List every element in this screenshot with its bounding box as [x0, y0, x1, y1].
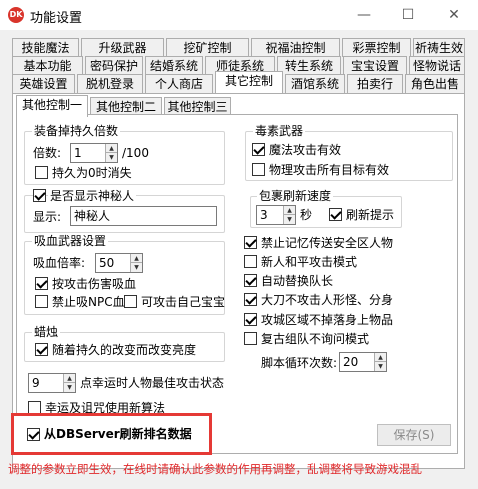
spin-down-icon[interactable]: ▼ — [284, 215, 295, 224]
tab-skill-magic[interactable]: 技能魔法 — [12, 38, 79, 57]
tab-pet-settings[interactable]: 宝宝设置 — [343, 56, 407, 75]
tab-basic-functions[interactable]: 基本功能 — [12, 56, 83, 75]
script-loop-value: 20 — [343, 355, 359, 369]
spin-up-icon[interactable]: ▲ — [284, 206, 295, 215]
tab-monster-speech[interactable]: 怪物说话 — [409, 56, 465, 75]
durability-rate-value: 1 — [74, 146, 82, 160]
lucky-value-spinner[interactable]: ▲ ▼ — [63, 374, 75, 392]
save-button[interactable]: 保存(S) — [377, 424, 451, 446]
option-checkbox-5[interactable] — [244, 332, 257, 345]
refresh-tip-label: 刷新提示 — [346, 208, 395, 222]
vampire-self-pet-label: 可攻击自己宝宝 — [141, 295, 226, 309]
tab-blessing-oil[interactable]: 祝福油控制 — [251, 38, 340, 57]
vampire-no-npc-checkbox[interactable] — [35, 295, 48, 308]
poison-physical-label: 物理攻击所有目标有效 — [269, 163, 390, 177]
candle-title: 蜡烛 — [32, 325, 61, 339]
script-loop-input[interactable]: 20 ▲ ▼ — [339, 352, 387, 372]
script-loop-spinner[interactable]: ▲ ▼ — [374, 353, 386, 371]
show-mystery-label: 是否显示神秘人 — [48, 189, 137, 203]
spin-up-icon[interactable]: ▲ — [106, 144, 117, 153]
show-mystery-checkbox[interactable] — [33, 189, 46, 202]
bag-refresh-unit: 秒 — [300, 208, 313, 222]
spin-up-icon[interactable]: ▲ — [375, 353, 386, 362]
settings-window: DK 功能设置 — ☐ ✕ 技能魔法 升级武器 挖矿控制 祝福油控制 彩票控制 … — [0, 0, 478, 489]
tab-offline-login[interactable]: 脱机登录 — [77, 74, 143, 93]
tab-personal-shop[interactable]: 个人商店 — [145, 74, 213, 93]
title-bar: DK 功能设置 — ☐ ✕ — [0, 0, 478, 30]
tab-mining-control[interactable]: 挖矿控制 — [166, 38, 249, 57]
durability-rate-input[interactable]: 1 ▲ ▼ — [70, 143, 118, 163]
poison-physical-checkbox[interactable] — [252, 163, 265, 176]
vampire-rate-spinner[interactable]: ▲ ▼ — [130, 254, 142, 272]
durability-rate-label: 倍数: — [33, 146, 62, 160]
highlight-box — [11, 413, 212, 455]
maximize-button[interactable]: ☐ — [386, 0, 430, 30]
tab-lottery-control[interactable]: 彩票控制 — [342, 38, 411, 57]
lucky-value-input[interactable]: 9 ▲ ▼ — [28, 373, 76, 393]
vampire-self-pet-checkbox[interactable] — [124, 295, 137, 308]
option-label-4: 攻城区域不掉落身上物品 — [261, 313, 394, 327]
refresh-tip-checkbox[interactable] — [329, 208, 342, 221]
option-checkbox-4[interactable] — [244, 313, 257, 326]
tab-password-protect[interactable]: 密码保护 — [85, 56, 143, 75]
equip-durability-title: 装备掉持久倍数 — [32, 124, 121, 138]
durability-rate-spinner[interactable]: ▲ ▼ — [105, 144, 117, 162]
option-label-2: 自动替换队长 — [261, 274, 334, 288]
spin-down-icon[interactable]: ▼ — [131, 263, 142, 272]
tab-hero-settings[interactable]: 英雄设置 — [12, 74, 75, 93]
tab-other-control[interactable]: 其它控制 — [215, 71, 283, 93]
tab-marriage-system[interactable]: 结婚系统 — [145, 56, 203, 75]
disappear-label: 持久为0时消失 — [52, 166, 132, 180]
spin-up-icon[interactable]: ▲ — [131, 254, 142, 263]
footer-warning: 调整的参数立即生效，在线时请确认此参数的作用再调整，乱调整将导致游戏混乱 — [8, 462, 422, 476]
tab-rebirth-system[interactable]: 转生系统 — [277, 56, 341, 75]
tab-character-sale[interactable]: 角色出售 — [405, 74, 465, 93]
option-checkbox-2[interactable] — [244, 274, 257, 287]
close-button[interactable]: ✕ — [432, 0, 476, 30]
mystery-display-input[interactable]: 神秘人 — [70, 206, 217, 226]
tab-upgrade-weapon[interactable]: 升级武器 — [81, 38, 164, 57]
mystery-display-label: 显示: — [33, 210, 62, 224]
option-checkbox-3[interactable] — [244, 293, 257, 306]
script-loop-label: 脚本循环次数: — [261, 356, 338, 370]
spin-down-icon[interactable]: ▼ — [106, 153, 117, 162]
option-label-0: 禁止记忆传送安全区人物 — [261, 236, 394, 250]
spin-down-icon[interactable]: ▼ — [375, 362, 386, 371]
vampire-by-damage-label: 按攻击伤害吸血 — [52, 277, 137, 291]
option-checkbox-1[interactable] — [244, 255, 257, 268]
bag-refresh-value: 3 — [260, 208, 268, 222]
spin-up-icon[interactable]: ▲ — [64, 374, 75, 383]
poison-magic-checkbox[interactable] — [252, 143, 265, 156]
minimize-button[interactable]: — — [342, 0, 386, 30]
vampire-rate-label: 吸血倍率: — [33, 256, 86, 270]
tab-prayer-effect[interactable]: 祈祷生效 — [413, 38, 465, 57]
option-label-5: 复古组队不询问模式 — [261, 332, 370, 346]
lucky-value: 9 — [32, 376, 40, 390]
bag-refresh-input[interactable]: 3 ▲ ▼ — [256, 205, 296, 225]
option-label-1: 新人和平攻击模式 — [261, 255, 358, 269]
spin-down-icon[interactable]: ▼ — [64, 383, 75, 392]
app-icon: DK — [8, 7, 24, 23]
tab-auction-house[interactable]: 拍卖行 — [347, 74, 403, 93]
vampire-rate-input[interactable]: 50 ▲ ▼ — [95, 253, 143, 273]
subtab-other-control-1[interactable]: 其他控制一 — [16, 95, 88, 117]
tab-tavern-system[interactable]: 酒馆系统 — [285, 74, 345, 93]
candle-brightness-label: 随着持久的改变而改变亮度 — [52, 343, 197, 357]
vampire-rate-value: 50 — [99, 256, 115, 270]
vampire-title: 吸血武器设置 — [32, 234, 109, 248]
bag-refresh-spinner[interactable]: ▲ ▼ — [283, 206, 295, 224]
poison-title: 毒素武器 — [253, 124, 306, 138]
poison-magic-label: 魔法攻击有效 — [269, 143, 342, 157]
window-title: 功能设置 — [30, 11, 83, 26]
vampire-no-npc-label: 禁止吸NPC血 — [52, 295, 125, 309]
vampire-by-damage-checkbox[interactable] — [35, 277, 48, 290]
option-checkbox-0[interactable] — [244, 236, 257, 249]
durability-rate-suffix: /100 — [122, 146, 149, 160]
disappear-checkbox[interactable] — [35, 166, 48, 179]
lucky-label: 点幸运时人物最佳攻击状态 — [80, 376, 225, 390]
candle-brightness-checkbox[interactable] — [35, 343, 48, 356]
bag-refresh-title: 包裹刷新速度 — [257, 189, 334, 203]
option-label-3: 大刀不攻击人形怪、分身 — [261, 293, 394, 307]
